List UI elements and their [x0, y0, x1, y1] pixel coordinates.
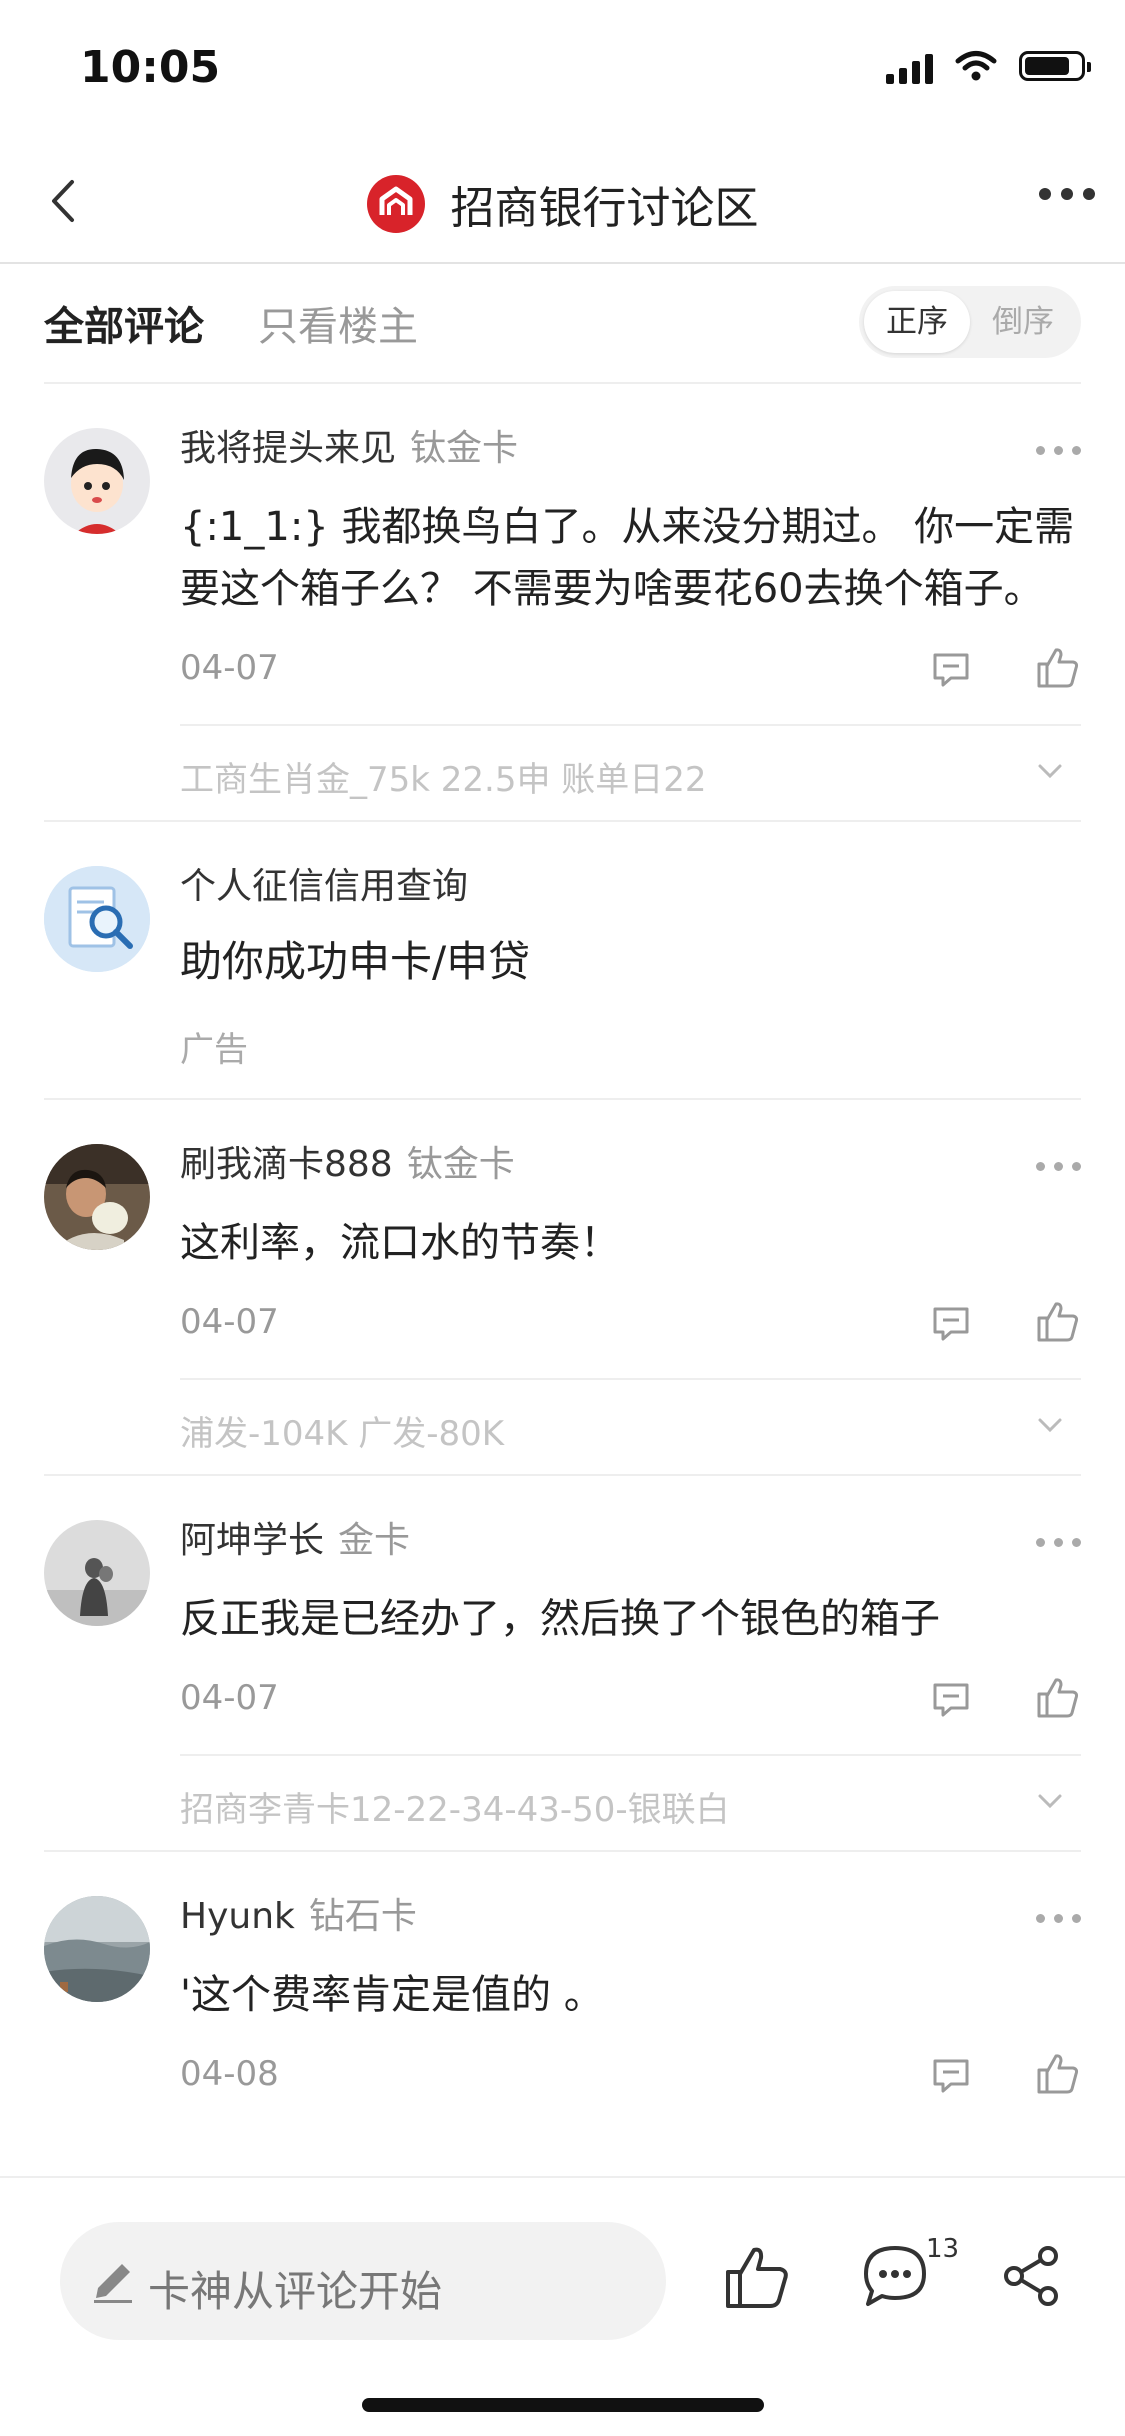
wifi-icon	[955, 51, 997, 81]
avatar[interactable]	[44, 1520, 150, 1626]
comment-text: 反正我是已经办了，然后换了个银色的箱子	[180, 1596, 940, 1642]
comment-input[interactable]: 卡神从评论开始	[60, 2222, 666, 2340]
card-badge: 钛金卡	[410, 428, 519, 469]
username[interactable]: Hyunk	[180, 1896, 295, 1937]
comment-date: 04-07	[180, 648, 279, 688]
more-options-icon[interactable]	[1039, 188, 1095, 200]
reply-icon[interactable]	[931, 2056, 971, 2096]
status-time: 10:05	[80, 42, 221, 93]
thumbs-up-icon[interactable]	[1035, 644, 1081, 690]
ad-description: 助你成功申卡/申贷	[180, 937, 531, 986]
thumbs-up-icon[interactable]	[1035, 1674, 1081, 1720]
bottom-action-bar: 卡神从评论开始 13	[0, 2176, 1125, 2436]
card-badge: 金卡	[338, 1520, 411, 1561]
nav-bar: 招商银行讨论区	[0, 140, 1125, 264]
ad-item[interactable]: 个人征信信用查询 助你成功申卡/申贷 广告	[44, 822, 1081, 1100]
avatar[interactable]	[44, 428, 150, 534]
username[interactable]: 刷我滴卡888	[180, 1144, 393, 1185]
filter-bar: 全部评论 只看楼主 正序 倒序	[44, 264, 1081, 384]
thumbs-up-icon[interactable]	[1035, 2050, 1081, 2096]
pencil-icon	[94, 2264, 132, 2303]
comment-more-icon[interactable]	[1036, 446, 1081, 455]
sort-descending-button[interactable]: 倒序	[973, 291, 1073, 353]
comment-date: 04-07	[180, 1302, 279, 1342]
chevron-down-icon[interactable]	[1035, 1410, 1065, 1440]
comment-text: {:1_1:} 我都换鸟白了。从来没分期过。 你一定需要这个箱子么？ 不需要为啥…	[180, 504, 1075, 612]
avatar[interactable]	[44, 1144, 150, 1250]
user-signature: 招商李青卡12-22-34-43-50-银联白	[180, 1790, 730, 1830]
credit-search-icon	[44, 866, 150, 972]
thumbs-up-icon[interactable]	[1035, 1298, 1081, 1344]
comment-count-badge: 13	[926, 2234, 960, 2264]
comment-text: 这利率，流口水的节奏！	[180, 1220, 620, 1266]
comment-date: 04-08	[180, 2054, 279, 2094]
sort-toggle[interactable]: 正序 倒序	[859, 286, 1081, 358]
comment-input-placeholder: 卡神从评论开始	[148, 2267, 443, 2316]
user-signature: 工商生肖金_75k 22.5申 账单日22	[180, 760, 707, 800]
status-icons	[886, 48, 1091, 84]
card-badge: 钛金卡	[406, 1144, 515, 1185]
nav-title-group: 招商银行讨论区	[0, 172, 1125, 236]
comment-item: 我将提头来见 钛金卡 {:1_1:} 我都换鸟白了。从来没分期过。 你一定需要这个…	[44, 384, 1081, 822]
cmb-logo-icon	[366, 175, 425, 233]
comment-text: '这个费率肯定是值的 。	[180, 1972, 604, 2018]
comment-item: Hyunk 钻石卡 '这个费率肯定是值的 。 04-08	[44, 1852, 1081, 2130]
home-indicator[interactable]	[362, 2398, 764, 2412]
sub-reply-row[interactable]: 浦发-104K 广发-80K	[180, 1378, 1081, 1474]
username[interactable]: 我将提头来见	[180, 428, 396, 469]
ad-title: 个人征信信用查询	[180, 866, 469, 907]
sort-ascending-button[interactable]: 正序	[864, 291, 970, 353]
sub-reply-row[interactable]: 招商李青卡12-22-34-43-50-银联白	[180, 1754, 1081, 1850]
sub-reply-row[interactable]: 工商生肖金_75k 22.5申 账单日22	[180, 724, 1081, 820]
user-signature: 浦发-104K 广发-80K	[180, 1414, 505, 1454]
thumbs-up-icon[interactable]	[722, 2242, 792, 2312]
ad-label: 广告	[180, 1030, 248, 1070]
tab-op-only[interactable]: 只看楼主	[258, 294, 418, 352]
page-title: 招商银行讨论区	[450, 183, 759, 234]
comment-item: 刷我滴卡888 钛金卡 这利率，流口水的节奏！ 04-07 浦发-104K 广发-…	[44, 1100, 1081, 1476]
reply-icon[interactable]	[931, 1304, 971, 1344]
tab-all-comments[interactable]: 全部评论	[44, 294, 204, 352]
chevron-down-icon[interactable]	[1035, 1786, 1065, 1816]
comment-feed: 我将提头来见 钛金卡 {:1_1:} 我都换鸟白了。从来没分期过。 你一定需要这个…	[0, 384, 1125, 2130]
status-bar: 10:05	[0, 0, 1125, 140]
comment-date: 04-07	[180, 1678, 279, 1718]
share-icon[interactable]	[1002, 2244, 1062, 2308]
battery-icon	[1019, 51, 1091, 81]
comment-more-icon[interactable]	[1036, 1162, 1081, 1171]
comment-bubble-icon[interactable]	[860, 2242, 930, 2312]
signal-icon	[886, 48, 933, 84]
avatar[interactable]	[44, 1896, 150, 2002]
card-badge: 钻石卡	[308, 1896, 417, 1937]
reply-icon[interactable]	[931, 1680, 971, 1720]
comment-more-icon[interactable]	[1036, 1538, 1081, 1547]
chevron-down-icon[interactable]	[1035, 756, 1065, 786]
reply-icon[interactable]	[931, 650, 971, 690]
comment-item: 阿坤学长 金卡 反正我是已经办了，然后换了个银色的箱子 04-07 招商李青卡12…	[44, 1476, 1081, 1852]
comment-more-icon[interactable]	[1036, 1914, 1081, 1923]
username[interactable]: 阿坤学长	[180, 1520, 324, 1561]
